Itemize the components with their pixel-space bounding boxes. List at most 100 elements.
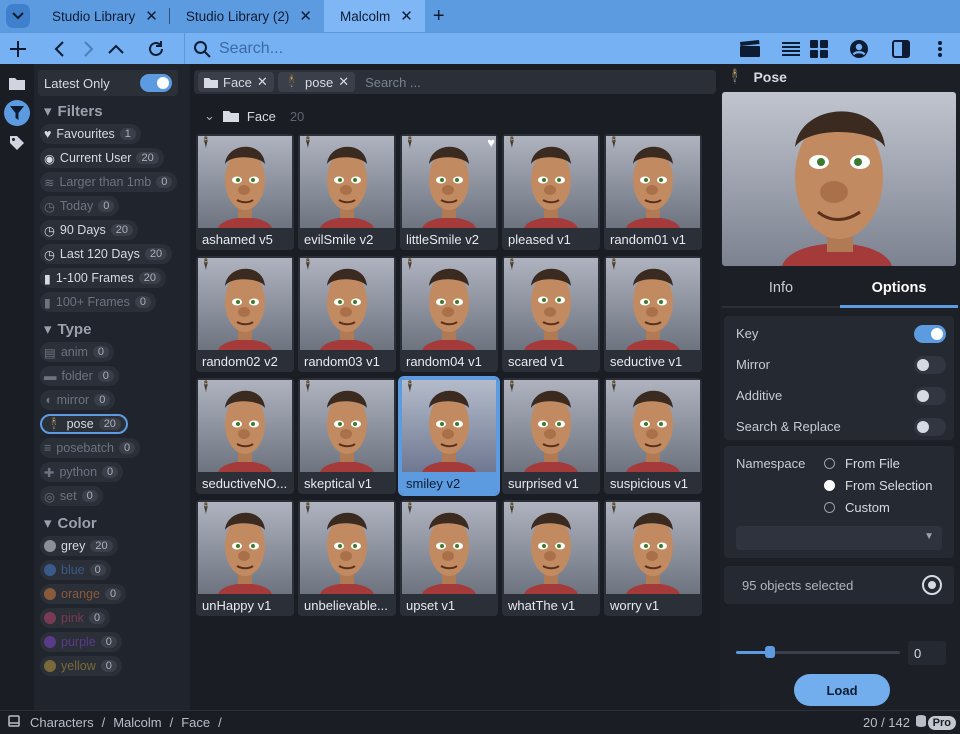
close-icon[interactable]: ✕: [338, 74, 349, 90]
new-tab-icon[interactable]: +: [433, 5, 445, 28]
up-icon[interactable]: [104, 37, 128, 61]
refresh-icon[interactable]: [144, 37, 168, 61]
item-card[interactable]: 🕴 smiley v2: [398, 376, 500, 496]
tab-options[interactable]: Options: [840, 270, 958, 308]
breadcrumb-characters[interactable]: Characters: [30, 715, 94, 730]
user-icon[interactable]: [848, 38, 870, 60]
item-card[interactable]: 🕴 pleased v1: [502, 134, 600, 250]
load-button[interactable]: Load: [794, 674, 890, 706]
tag-pose[interactable]: 🕴 pose ✕: [277, 72, 356, 92]
filter-chip-90-days[interactable]: ◷ 90 Days 20: [40, 220, 139, 240]
more-options-icon[interactable]: [930, 38, 950, 60]
filter-chip-100-frames[interactable]: ▮ 100+ Frames 0: [40, 292, 157, 312]
slider-value-field[interactable]: 0: [908, 641, 946, 665]
item-card[interactable]: 🕴 seductiveNO...: [196, 378, 294, 494]
breadcrumb-face[interactable]: Face: [181, 715, 210, 730]
add-icon[interactable]: [6, 37, 30, 61]
tab-info[interactable]: Info: [722, 270, 840, 308]
pose-icon: 🕴: [607, 137, 621, 149]
item-card[interactable]: 🕴 random03 v1: [298, 256, 396, 372]
forward-icon[interactable]: [78, 37, 100, 61]
filter-chip-orange[interactable]: orange 0: [40, 584, 127, 604]
filter-chip-posebatch[interactable]: ≡ posebatch 0: [40, 438, 141, 458]
key-toggle[interactable]: [914, 324, 946, 343]
item-card[interactable]: 🕴 seductive v1: [604, 256, 702, 372]
pose-icon: 🕴: [301, 503, 315, 515]
item-card[interactable]: 🕴 evilSmile v2: [298, 134, 396, 250]
filter-icon: ◷: [44, 199, 55, 214]
tab-studio-library[interactable]: Studio Library ✕: [36, 0, 170, 32]
tab-malcolm[interactable]: Malcolm ✕: [324, 0, 425, 32]
tag-face[interactable]: Face ✕: [198, 72, 274, 92]
item-card[interactable]: 🕴 whatThe v1: [502, 500, 600, 616]
blend-slider[interactable]: [736, 646, 900, 658]
color-section-header[interactable]: ▾ Color: [44, 514, 190, 533]
radio-custom[interactable]: Custom: [824, 496, 932, 518]
item-card[interactable]: 🕴 random01 v1: [604, 134, 702, 250]
tab-studio-library-2[interactable]: Studio Library (2) ✕: [170, 0, 324, 32]
search-replace-toggle[interactable]: [914, 417, 946, 436]
latest-only-toggle[interactable]: [140, 74, 172, 92]
item-card[interactable]: 🕴 ashamed v5: [196, 134, 294, 250]
breadcrumb-malcolm[interactable]: Malcolm: [113, 715, 161, 730]
filter-chip-last-120-days[interactable]: ◷ Last 120 Days 20: [40, 244, 173, 264]
filters-section-header[interactable]: ▾ Filters: [44, 102, 190, 121]
close-icon[interactable]: ✕: [299, 7, 312, 25]
filter-chip-current-user[interactable]: ◉ Current User 20: [40, 148, 164, 168]
item-card[interactable]: 🕴 upset v1: [400, 500, 498, 616]
grid-view-icon[interactable]: [808, 38, 830, 60]
group-header[interactable]: ⌄ Face 20: [204, 108, 304, 124]
search-input[interactable]: [219, 39, 619, 58]
namespace-dropdown[interactable]: ▼: [736, 526, 942, 550]
filter-chip-blue[interactable]: blue 0: [40, 560, 111, 580]
item-card[interactable]: 🕴 unbelievable...: [298, 500, 396, 616]
back-icon[interactable]: [48, 37, 70, 61]
select-objects-icon[interactable]: [922, 575, 942, 595]
chip-label: pose: [66, 417, 94, 431]
mirror-toggle[interactable]: [914, 355, 946, 374]
filter-icon: ◎: [44, 489, 55, 504]
filter-chip-1-100-frames[interactable]: ▮ 1-100 Frames 20: [40, 268, 166, 288]
item-label: ashamed v5: [202, 232, 273, 247]
item-card[interactable]: 🕴 scared v1: [502, 256, 600, 372]
folder-icon[interactable]: [4, 70, 30, 96]
radio-from-file[interactable]: From File: [824, 452, 932, 474]
slider-value: 0: [914, 646, 922, 661]
filter-chip-pink[interactable]: pink 0: [40, 608, 111, 628]
filter-chip-folder[interactable]: ▬ folder 0: [40, 366, 119, 386]
item-card[interactable]: 🕴 unHappy v1: [196, 500, 294, 616]
filter-chip-today[interactable]: ◷ Today 0: [40, 196, 120, 216]
close-icon[interactable]: ✕: [257, 74, 268, 90]
filter-chip-grey[interactable]: grey 20: [40, 536, 118, 556]
search-bar[interactable]: [184, 33, 724, 64]
filter-chip-mirror[interactable]: ◖ mirror 0: [40, 390, 116, 410]
tag-icon[interactable]: [4, 130, 30, 156]
filter-chip-favourites[interactable]: ♥ Favourites 1: [40, 124, 141, 144]
item-card[interactable]: 🕴 random02 v2: [196, 256, 294, 372]
list-view-icon[interactable]: [780, 38, 802, 60]
close-icon[interactable]: ✕: [400, 7, 413, 25]
panel-toggle-icon[interactable]: [890, 38, 912, 60]
filter-chip-larger-than-1mb[interactable]: ≋ Larger than 1mb 0: [40, 172, 178, 192]
close-icon[interactable]: ✕: [145, 7, 158, 25]
filter-chip-yellow[interactable]: yellow 0: [40, 656, 122, 676]
filter-icon[interactable]: [4, 100, 30, 126]
filter-chip-pose[interactable]: 🕴 pose 20: [40, 414, 128, 434]
filter-chip-set[interactable]: ◎ set 0: [40, 486, 103, 506]
item-card[interactable]: 🕴 ♥ littleSmile v2: [400, 134, 498, 250]
item-card[interactable]: 🕴 surprised v1: [502, 378, 600, 494]
menu-chevron-button[interactable]: [6, 4, 30, 28]
additive-toggle[interactable]: [914, 386, 946, 405]
filter-chip-python[interactable]: ✚ python 0: [40, 462, 124, 482]
filter-chip-anim[interactable]: ▤ anim 0: [40, 342, 115, 362]
filter-chip-purple[interactable]: purple 0: [40, 632, 122, 652]
tag-search-input[interactable]: [365, 74, 566, 90]
type-section-header[interactable]: ▾ Type: [44, 320, 190, 339]
item-card[interactable]: 🕴 suspicious v1: [604, 378, 702, 494]
slider-handle[interactable]: [765, 646, 775, 658]
item-card[interactable]: 🕴 skeptical v1: [298, 378, 396, 494]
radio-from-selection[interactable]: From Selection: [824, 474, 932, 496]
clapperboard-icon[interactable]: [738, 38, 762, 60]
item-card[interactable]: 🕴 worry v1: [604, 500, 702, 616]
item-card[interactable]: 🕴 random04 v1: [400, 256, 498, 372]
